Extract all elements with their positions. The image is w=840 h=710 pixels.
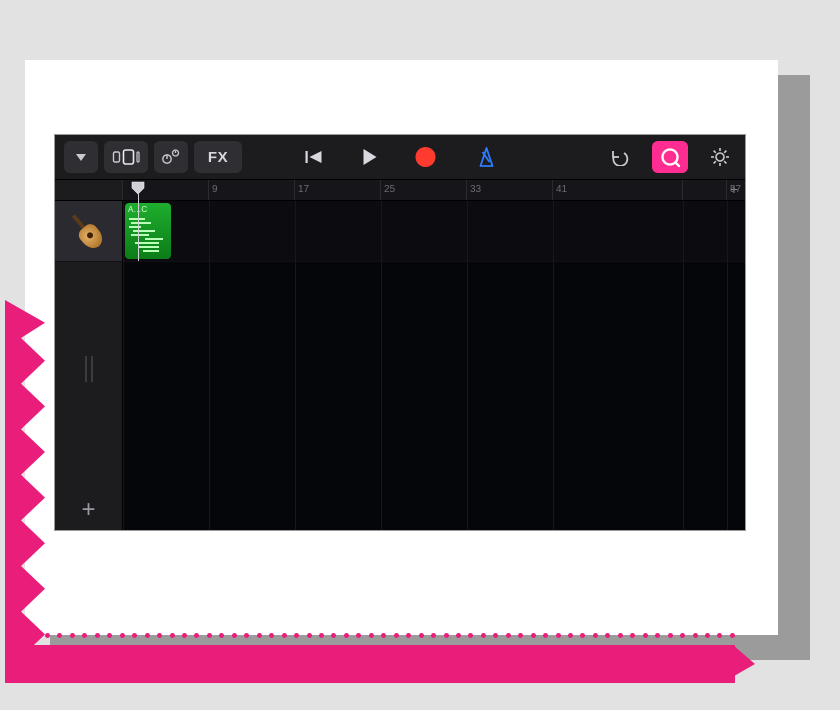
record-icon xyxy=(416,147,436,167)
browser-triangle-icon xyxy=(74,150,88,164)
fx-button[interactable]: FX xyxy=(194,141,242,173)
grid-line xyxy=(553,201,554,530)
timeline-ruler[interactable]: + 91725334157 xyxy=(55,180,745,201)
grid-line xyxy=(123,201,124,530)
rewind-icon xyxy=(304,148,324,166)
ruler-tick: 57 xyxy=(726,180,741,200)
transport-controls xyxy=(295,141,506,173)
track-headers: + xyxy=(55,201,123,530)
region-notes xyxy=(125,214,171,256)
ruler-tick: 41 xyxy=(552,180,567,200)
region-label: A…C xyxy=(125,203,171,214)
loop-browser-icon xyxy=(659,146,681,168)
toolbar: FX xyxy=(55,135,745,180)
track-header-guitar[interactable] xyxy=(55,201,122,262)
tracks-view-icon xyxy=(110,149,142,165)
track-lanes[interactable]: A…C xyxy=(123,201,745,530)
grid-line xyxy=(381,201,382,530)
rewind-button[interactable] xyxy=(298,141,330,173)
browser-button[interactable] xyxy=(64,141,98,173)
ruler-ticks: + 91725334157 xyxy=(122,180,745,200)
acoustic-guitar-icon xyxy=(60,203,116,259)
settings-gear-icon xyxy=(709,146,731,168)
tracks-view-button[interactable] xyxy=(104,141,148,173)
grid-line xyxy=(727,201,728,530)
ruler-tick xyxy=(122,180,126,200)
playhead-line xyxy=(138,193,139,261)
ruler-tick: 9 xyxy=(208,180,218,200)
undo-icon xyxy=(610,148,630,166)
record-button[interactable] xyxy=(410,141,442,173)
midi-region[interactable]: A…C xyxy=(125,203,171,259)
settings-button[interactable] xyxy=(704,141,736,173)
expand-handle[interactable] xyxy=(85,356,93,382)
undo-button[interactable] xyxy=(604,141,636,173)
track-controls-icon xyxy=(161,148,181,166)
play-button[interactable] xyxy=(354,141,386,173)
grid-line xyxy=(295,201,296,530)
grid-line xyxy=(209,201,210,530)
app-window: FX xyxy=(55,135,745,530)
tracks-area: + A…C xyxy=(55,201,745,530)
metronome-icon xyxy=(477,146,497,168)
track-lane-1[interactable]: A…C xyxy=(123,201,745,262)
metronome-button[interactable] xyxy=(471,141,503,173)
ruler-tick: 25 xyxy=(380,180,395,200)
track-controls-button[interactable] xyxy=(154,141,188,173)
toolbar-right xyxy=(601,141,739,173)
add-track-button[interactable]: + xyxy=(81,498,95,522)
fx-label: FX xyxy=(208,149,228,166)
ruler-tick: 17 xyxy=(294,180,309,200)
grid-line xyxy=(683,201,684,530)
ribbon-bottom xyxy=(5,645,735,683)
ruler-tick: 33 xyxy=(466,180,481,200)
loop-browser-button[interactable] xyxy=(652,141,688,173)
play-icon xyxy=(361,147,379,167)
playhead[interactable] xyxy=(138,181,139,261)
ruler-spacer xyxy=(55,180,122,200)
grid-line xyxy=(467,201,468,530)
ruler-tick xyxy=(682,180,686,200)
ribbon-stitches xyxy=(45,628,735,642)
